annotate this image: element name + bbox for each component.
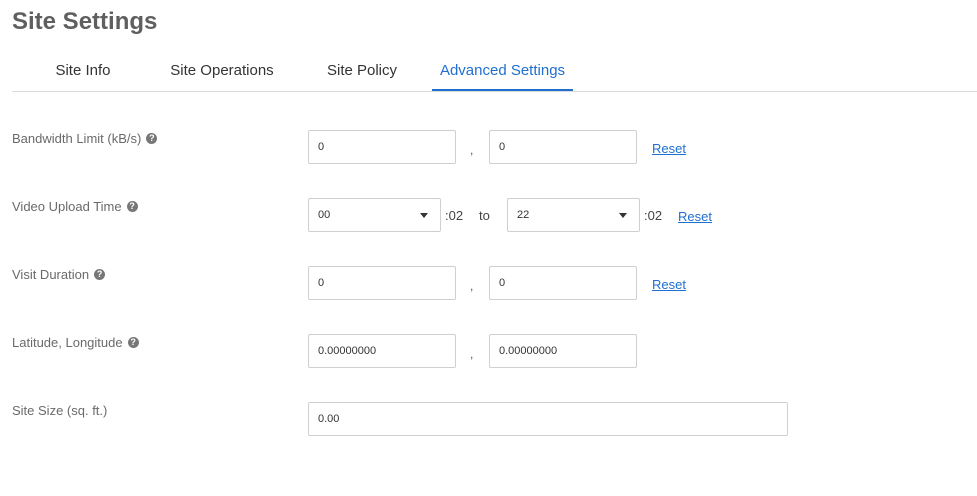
site-size-input[interactable]: 0.00 [308, 402, 788, 436]
upload-from-hour-value: 00 [318, 209, 331, 221]
chevron-down-icon [619, 213, 627, 218]
tab-site-operations[interactable]: Site Operations [158, 52, 286, 90]
tab-site-policy[interactable]: Site Policy [316, 52, 408, 90]
upload-to-hour-value: 22 [517, 209, 530, 221]
tab-site-info[interactable]: Site Info [38, 52, 128, 90]
bandwidth-input-2[interactable]: 0 [489, 130, 637, 164]
bandwidth-separator: , [470, 143, 474, 157]
help-icon[interactable]: ? [127, 337, 139, 348]
bandwidth-label: Bandwidth Limit (kB/s) ? [12, 131, 158, 146]
lat-long-separator: , [470, 347, 474, 361]
bandwidth-reset-link[interactable]: Reset [652, 141, 686, 156]
visit-duration-separator: , [470, 279, 474, 293]
visit-duration-label: Visit Duration ? [12, 267, 106, 282]
help-icon[interactable]: ? [146, 133, 158, 144]
upload-time-reset-link[interactable]: Reset [678, 209, 712, 224]
site-size-label-text: Site Size (sq. ft.) [12, 403, 108, 418]
upload-time-label-text: Video Upload Time [12, 199, 122, 214]
upload-to-label: to [479, 208, 490, 223]
visit-duration-input-1[interactable]: 0 [308, 266, 456, 300]
lat-long-label-text: Latitude, Longitude [12, 335, 123, 350]
page-title: Site Settings [12, 8, 158, 35]
visit-duration-label-text: Visit Duration [12, 267, 90, 282]
lat-long-label: Latitude, Longitude ? [12, 335, 139, 350]
help-icon[interactable]: ? [126, 201, 138, 212]
visit-duration-input-2[interactable]: 0 [489, 266, 637, 300]
help-icon[interactable]: ? [94, 269, 106, 280]
longitude-input[interactable]: 0.00000000 [489, 334, 637, 368]
upload-time-label: Video Upload Time ? [12, 199, 138, 214]
site-size-label: Site Size (sq. ft.) [12, 403, 107, 418]
tab-bar: Site Info Site Operations Site Policy Ad… [0, 52, 977, 92]
upload-from-minute: :02 [445, 208, 464, 223]
bandwidth-label-text: Bandwidth Limit (kB/s) [12, 131, 142, 146]
tab-advanced-settings[interactable]: Advanced Settings [432, 52, 573, 92]
chevron-down-icon [420, 213, 428, 218]
tabs-divider [12, 91, 977, 92]
latitude-input[interactable]: 0.00000000 [308, 334, 456, 368]
upload-to-hour-select[interactable]: 22 [507, 198, 640, 232]
visit-duration-reset-link[interactable]: Reset [652, 277, 686, 292]
upload-to-minute: :02 [644, 208, 663, 223]
upload-from-hour-select[interactable]: 00 [308, 198, 441, 232]
bandwidth-input-1[interactable]: 0 [308, 130, 456, 164]
